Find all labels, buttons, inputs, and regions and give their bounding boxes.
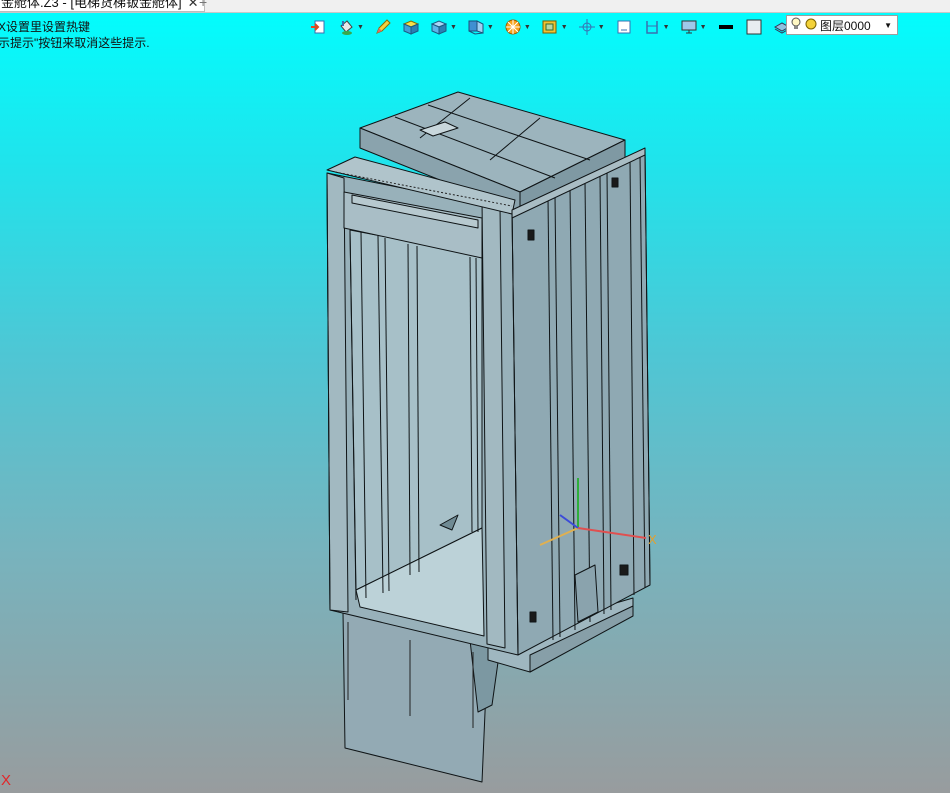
chevron-down-icon[interactable]: ▼ bbox=[884, 21, 892, 30]
chevron-down-icon: ▼ bbox=[449, 23, 457, 31]
pen-icon bbox=[374, 18, 392, 36]
axis-pivot-button[interactable]: ▼ bbox=[575, 15, 608, 39]
layer-name: 图层0000 bbox=[820, 18, 871, 33]
frame-icon bbox=[643, 18, 661, 36]
chevron-down-icon: ▼ bbox=[357, 23, 364, 31]
color-swatch-icon bbox=[745, 18, 763, 36]
chevron-down-icon: ▼ bbox=[597, 23, 605, 31]
blue-box-button[interactable]: ▼ bbox=[427, 15, 460, 39]
pen-button[interactable] bbox=[371, 15, 395, 39]
frame-button[interactable]: ▼ bbox=[640, 15, 673, 39]
chevron-down-icon: ▼ bbox=[699, 23, 707, 31]
orientation-wheel-button[interactable]: ▼ bbox=[501, 15, 534, 39]
import-icon bbox=[309, 18, 327, 36]
corner-axis-marker: X bbox=[1, 772, 12, 789]
paint-bucket-icon bbox=[337, 18, 355, 36]
sheet-button[interactable] bbox=[612, 15, 636, 39]
axis-pivot-icon bbox=[578, 18, 596, 36]
sheet-icon bbox=[615, 18, 633, 36]
shaded-view-button[interactable]: ▼ bbox=[538, 15, 571, 39]
yellow-box-icon bbox=[402, 18, 420, 36]
monitor-button[interactable]: ▼ bbox=[677, 15, 710, 39]
color-swatch-button[interactable] bbox=[742, 15, 766, 39]
layer-color-dot-icon[interactable] bbox=[805, 18, 817, 33]
paint-bucket-button[interactable]: ▼ bbox=[334, 15, 367, 39]
front-left-post bbox=[326, 172, 349, 613]
view-cube-button[interactable]: ▼ bbox=[464, 15, 497, 39]
chevron-down-icon: ▼ bbox=[662, 23, 670, 31]
layer-selector[interactable]: 图层0000 ▼ bbox=[786, 15, 898, 35]
import-button[interactable] bbox=[306, 15, 330, 39]
orientation-wheel-icon bbox=[504, 18, 522, 36]
axis-x-label: X bbox=[648, 532, 657, 547]
line-weight-button[interactable] bbox=[714, 15, 738, 39]
shaded-view-icon bbox=[541, 18, 559, 36]
elevator-cabin-model[interactable] bbox=[326, 91, 651, 783]
view-cube-icon bbox=[467, 18, 485, 36]
lightbulb-icon[interactable] bbox=[790, 17, 802, 34]
view-toolbar: ▼ ▼ ▼ ▼ ▼ ▼ ▼ ▼ bbox=[306, 14, 802, 40]
yellow-box-button[interactable] bbox=[399, 15, 423, 39]
chevron-down-icon: ▼ bbox=[486, 23, 494, 31]
chevron-down-icon: ▼ bbox=[523, 23, 531, 31]
chevron-down-icon: ▼ bbox=[560, 23, 568, 31]
3d-viewport[interactable]: X bbox=[0, 0, 950, 793]
blue-box-icon bbox=[430, 18, 448, 36]
monitor-icon bbox=[680, 18, 698, 36]
line-weight-icon bbox=[717, 18, 735, 36]
interior-back-wall bbox=[349, 229, 483, 591]
